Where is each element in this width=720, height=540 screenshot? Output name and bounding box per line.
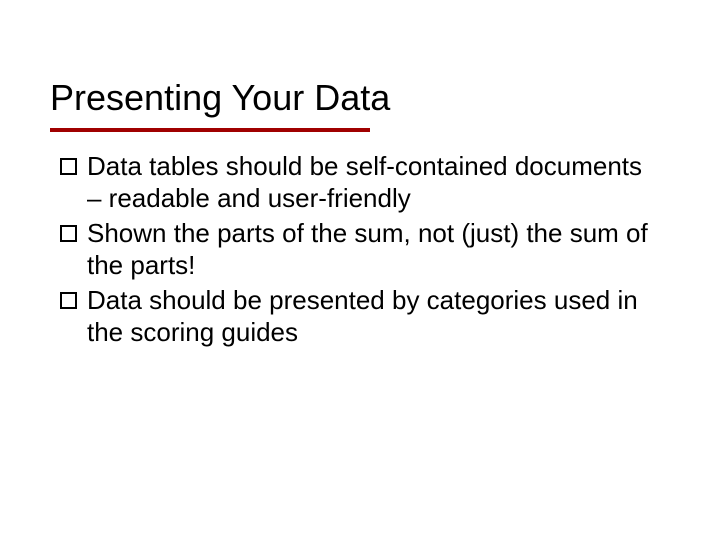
bullet-list: Data tables should be self-contained doc… [60,150,660,349]
title-section: Presenting Your Data [0,0,720,132]
checkbox-bullet-icon [60,225,77,242]
checkbox-bullet-icon [60,158,77,175]
content-area: Data tables should be self-contained doc… [0,132,720,349]
bullet-text: Data tables should be self-contained doc… [87,150,660,215]
bullet-text: Data should be presented by categories u… [87,284,660,349]
checkbox-bullet-icon [60,292,77,309]
list-item: Data should be presented by categories u… [60,284,660,349]
slide-container: Presenting Your Data Data tables should … [0,0,720,540]
list-item: Shown the parts of the sum, not (just) t… [60,217,660,282]
page-title: Presenting Your Data [50,78,670,126]
bullet-text: Shown the parts of the sum, not (just) t… [87,217,660,282]
list-item: Data tables should be self-contained doc… [60,150,660,215]
